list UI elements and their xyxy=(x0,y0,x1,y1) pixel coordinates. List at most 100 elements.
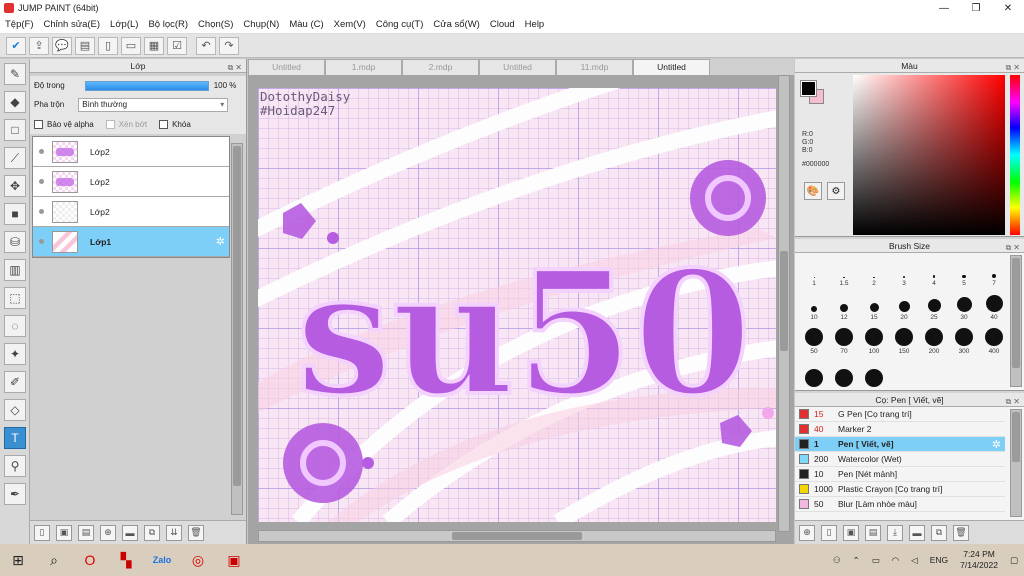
menu-layer[interactable]: Lớp(L) xyxy=(105,19,143,30)
text-tool-icon[interactable]: T xyxy=(4,427,26,449)
menu-tools[interactable]: Công cụ(T) xyxy=(371,19,429,30)
brush-size-option[interactable]: 3 xyxy=(889,257,919,287)
brush-tool-icon[interactable]: ✎ xyxy=(4,63,26,85)
zalo-icon[interactable]: Zalo xyxy=(144,544,180,576)
menu-window[interactable]: Cửa sổ(W) xyxy=(428,19,484,30)
merge-icon[interactable]: ⇊ xyxy=(166,524,182,541)
opera-icon[interactable]: O xyxy=(72,544,108,576)
tray-up-icon[interactable]: ⌃ xyxy=(853,555,860,566)
brush-size-option[interactable]: 4 xyxy=(919,257,949,287)
brush-size-option[interactable]: 200 xyxy=(919,325,949,355)
move-tool-icon[interactable]: ✥ xyxy=(4,175,26,197)
undo-icon[interactable]: ↶ xyxy=(196,36,216,55)
brush-size-option[interactable]: 15 xyxy=(859,291,889,321)
menu-file[interactable]: Tệp(F) xyxy=(0,19,39,30)
panel-controls-icon[interactable]: ⧉✕ xyxy=(228,61,244,75)
add-tool-icon[interactable]: ⊕ xyxy=(799,524,815,541)
tab-1-mdp[interactable]: 1.mdp xyxy=(325,59,402,75)
line-tool-icon[interactable]: ⟋ xyxy=(4,147,26,169)
scroll-thumb[interactable] xyxy=(233,146,241,486)
tool-item[interactable]: 200 Watercolor (Wet) xyxy=(795,452,1005,467)
tool-save-icon[interactable]: ⤓ xyxy=(887,524,903,541)
brush-size-option[interactable]: 40 xyxy=(979,291,1009,321)
menu-edit[interactable]: Chỉnh sửa(E) xyxy=(39,19,106,30)
layer-scrollbar[interactable] xyxy=(231,143,243,515)
clip-checkbox[interactable]: Xén bớt xyxy=(105,119,147,129)
new-raster-icon[interactable]: ▣ xyxy=(56,524,72,541)
share-icon[interactable]: ⇪ xyxy=(29,36,49,55)
message-icon[interactable]: ▤ xyxy=(75,36,95,55)
brush-size-option[interactable]: 7 xyxy=(979,257,1009,287)
opacity-slider[interactable] xyxy=(84,80,209,91)
tool-settings-icon[interactable]: ▤ xyxy=(865,524,881,541)
wifi-icon[interactable]: ◠ xyxy=(892,555,899,566)
layer-item[interactable]: Lớp2 xyxy=(33,137,229,167)
menu-color[interactable]: Màu (C) xyxy=(284,19,328,30)
menu-cloud[interactable]: Cloud xyxy=(485,19,520,30)
lasso-select-icon[interactable]: ◌ xyxy=(4,315,26,337)
panel-controls-icon[interactable]: ⧉✕ xyxy=(1006,241,1022,255)
rect-select-icon[interactable]: ⬚ xyxy=(4,287,26,309)
checklist-icon[interactable]: ☑ xyxy=(167,36,187,55)
tool-item[interactable]: 40 Marker 2 xyxy=(795,422,1005,437)
new-tool-icon[interactable]: ▯ xyxy=(821,524,837,541)
canvas-vscroll-thumb[interactable] xyxy=(780,251,788,351)
tool-item[interactable]: 1000 Plastic Crayon [Cọ trang trí] xyxy=(795,482,1005,497)
document-icon[interactable]: ▭ xyxy=(121,36,141,55)
brush-size-option[interactable] xyxy=(799,359,829,389)
palette-settings-icon[interactable]: ⚙ xyxy=(827,182,845,200)
gear-icon[interactable]: ✲ xyxy=(992,438,1001,451)
gradient-tool-icon[interactable]: ▥ xyxy=(4,259,26,281)
rect-fill-tool-icon[interactable]: ■ xyxy=(4,203,26,225)
search-icon[interactable]: ⌕ xyxy=(36,544,72,576)
blend-mode-select[interactable]: Bình thường xyxy=(78,97,229,112)
new-layer-menu-icon[interactable]: ⊕ xyxy=(100,524,116,541)
windows-start-icon[interactable]: ⊞ xyxy=(0,544,36,576)
dropper-tool-icon[interactable]: ⚲ xyxy=(4,455,26,477)
comment-icon[interactable]: 💬 xyxy=(52,36,72,55)
tool-item-selected[interactable]: 1 Pen [ Viết, vẽ] ✲ xyxy=(795,437,1005,452)
opera-gx-icon[interactable]: ◎ xyxy=(180,544,216,576)
menu-help[interactable]: Help xyxy=(520,19,550,30)
menu-view[interactable]: Xem(V) xyxy=(329,19,371,30)
protect-alpha-checkbox[interactable]: Bảo vệ alpha xyxy=(34,119,94,129)
brush-size-option[interactable]: 2 xyxy=(859,257,889,287)
brush-size-option[interactable]: 400 xyxy=(979,325,1009,355)
brush-size-option[interactable]: 100 xyxy=(859,325,889,355)
canvas-hscroll-thumb[interactable] xyxy=(452,532,582,540)
canvas-horizontal-scrollbar[interactable] xyxy=(258,530,776,542)
scroll-thumb[interactable] xyxy=(1012,258,1020,368)
visibility-icon[interactable] xyxy=(39,149,44,154)
people-icon[interactable]: ⚇ xyxy=(833,555,841,566)
drawing-canvas[interactable]: su50 DotothyDaisy #Hoidap247 xyxy=(258,88,776,522)
new-8bit-layer-icon[interactable]: ▤ xyxy=(78,524,94,541)
tool-item[interactable]: 50 Blur [Làm nhòe màu] xyxy=(795,497,1005,512)
tab-untitled-2[interactable]: Untitled xyxy=(479,59,556,75)
duplicate-icon[interactable]: ⧉ xyxy=(144,524,160,541)
app-tiles-icon[interactable]: ▚ xyxy=(108,544,144,576)
brush-size-option[interactable]: 50 xyxy=(799,325,829,355)
notification-icon[interactable]: ▢ xyxy=(1010,555,1018,566)
canvas-vertical-scrollbar[interactable] xyxy=(778,75,790,532)
close-button[interactable]: ✕ xyxy=(992,0,1024,16)
tab-11-mdp[interactable]: 11.mdp xyxy=(556,59,633,75)
language-indicator[interactable]: ENG xyxy=(930,555,948,565)
brush-size-option[interactable]: 70 xyxy=(829,325,859,355)
pen-tool-icon[interactable]: ✒ xyxy=(4,483,26,505)
brush-size-option[interactable]: 150 xyxy=(889,325,919,355)
brush-size-option[interactable] xyxy=(859,359,889,389)
tab-untitled-1[interactable]: Untitled xyxy=(248,59,325,75)
battery-icon[interactable]: ▭ xyxy=(872,555,880,566)
tab-untitled-active[interactable]: Untitled xyxy=(633,59,710,75)
redo-icon[interactable]: ↷ xyxy=(219,36,239,55)
tool-item[interactable]: 15 G Pen [Cọ trang trí] xyxy=(795,407,1005,422)
page-icon[interactable]: ▯ xyxy=(98,36,118,55)
palette-icon[interactable]: 🎨 xyxy=(804,182,822,200)
foreground-color-swatch[interactable] xyxy=(800,80,817,97)
brush-size-option[interactable]: 30 xyxy=(949,291,979,321)
panel-controls-icon[interactable]: ⧉✕ xyxy=(1006,395,1022,409)
duplicate-icon[interactable]: ⧉ xyxy=(931,524,947,541)
tool-item[interactable]: 10 Pen [Nét mảnh] xyxy=(795,467,1005,482)
layer-item[interactable]: Lớp2 xyxy=(33,197,229,227)
brush-size-option[interactable]: 25 xyxy=(919,291,949,321)
